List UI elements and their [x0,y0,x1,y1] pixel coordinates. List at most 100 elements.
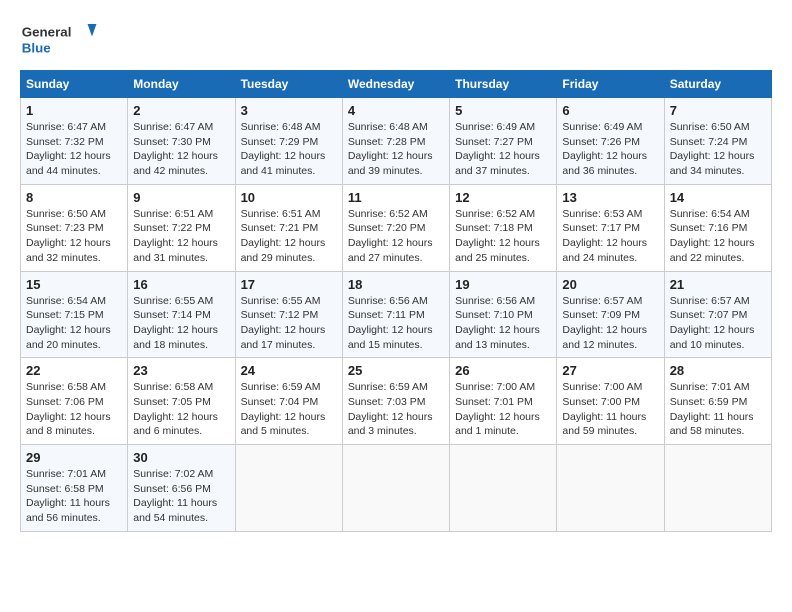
calendar-cell: 19 Sunrise: 6:56 AM Sunset: 7:10 PM Dayli… [450,271,557,358]
day-number: 9 [133,190,229,205]
day-info: Sunrise: 6:48 AM Sunset: 7:28 PM Dayligh… [348,120,444,179]
day-number: 21 [670,277,766,292]
day-info: Sunrise: 7:01 AM Sunset: 6:59 PM Dayligh… [670,380,766,439]
weekday-header: Friday [557,71,664,98]
day-number: 29 [26,450,122,465]
day-info: Sunrise: 6:48 AM Sunset: 7:29 PM Dayligh… [241,120,337,179]
calendar-cell: 9 Sunrise: 6:51 AM Sunset: 7:22 PM Daylig… [128,184,235,271]
page-header: General Blue [20,20,772,60]
calendar-cell [664,445,771,532]
calendar-cell: 26 Sunrise: 7:00 AM Sunset: 7:01 PM Dayli… [450,358,557,445]
weekday-header: Wednesday [342,71,449,98]
calendar-cell: 25 Sunrise: 6:59 AM Sunset: 7:03 PM Dayli… [342,358,449,445]
weekday-header: Saturday [664,71,771,98]
calendar-cell: 3 Sunrise: 6:48 AM Sunset: 7:29 PM Daylig… [235,98,342,185]
calendar-cell: 12 Sunrise: 6:52 AM Sunset: 7:18 PM Dayli… [450,184,557,271]
day-number: 4 [348,103,444,118]
day-number: 30 [133,450,229,465]
day-info: Sunrise: 6:50 AM Sunset: 7:24 PM Dayligh… [670,120,766,179]
day-number: 28 [670,363,766,378]
day-info: Sunrise: 6:54 AM Sunset: 7:15 PM Dayligh… [26,294,122,353]
calendar-cell: 23 Sunrise: 6:58 AM Sunset: 7:05 PM Dayli… [128,358,235,445]
day-number: 25 [348,363,444,378]
day-info: Sunrise: 6:57 AM Sunset: 7:07 PM Dayligh… [670,294,766,353]
day-info: Sunrise: 6:59 AM Sunset: 7:03 PM Dayligh… [348,380,444,439]
calendar-cell: 6 Sunrise: 6:49 AM Sunset: 7:26 PM Daylig… [557,98,664,185]
day-number: 17 [241,277,337,292]
calendar-cell: 1Sunrise: 6:47 AM Sunset: 7:32 PM Daylig… [21,98,128,185]
day-number: 7 [670,103,766,118]
day-number: 22 [26,363,122,378]
day-info: Sunrise: 6:49 AM Sunset: 7:27 PM Dayligh… [455,120,551,179]
day-info: Sunrise: 6:56 AM Sunset: 7:10 PM Dayligh… [455,294,551,353]
day-number: 16 [133,277,229,292]
calendar-cell: 27 Sunrise: 7:00 AM Sunset: 7:00 PM Dayli… [557,358,664,445]
day-number: 6 [562,103,658,118]
day-number: 20 [562,277,658,292]
day-info: Sunrise: 6:55 AM Sunset: 7:14 PM Dayligh… [133,294,229,353]
calendar-cell: 24 Sunrise: 6:59 AM Sunset: 7:04 PM Dayli… [235,358,342,445]
day-info: Sunrise: 7:00 AM Sunset: 7:01 PM Dayligh… [455,380,551,439]
day-number: 26 [455,363,551,378]
day-number: 11 [348,190,444,205]
day-number: 2 [133,103,229,118]
calendar-cell: 4 Sunrise: 6:48 AM Sunset: 7:28 PM Daylig… [342,98,449,185]
calendar-header: SundayMondayTuesdayWednesdayThursdayFrid… [21,71,772,98]
day-number: 27 [562,363,658,378]
calendar-cell: 21 Sunrise: 6:57 AM Sunset: 7:07 PM Dayli… [664,271,771,358]
calendar-cell: 18Sunrise: 6:56 AM Sunset: 7:11 PM Dayli… [342,271,449,358]
calendar-cell: 5 Sunrise: 6:49 AM Sunset: 7:27 PM Daylig… [450,98,557,185]
day-info: Sunrise: 6:52 AM Sunset: 7:20 PM Dayligh… [348,207,444,266]
day-info: Sunrise: 6:53 AM Sunset: 7:17 PM Dayligh… [562,207,658,266]
weekday-header: Monday [128,71,235,98]
calendar-cell: 16 Sunrise: 6:55 AM Sunset: 7:14 PM Dayli… [128,271,235,358]
day-info: Sunrise: 6:51 AM Sunset: 7:22 PM Dayligh… [133,207,229,266]
weekday-header: Sunday [21,71,128,98]
calendar-cell [342,445,449,532]
calendar-table: SundayMondayTuesdayWednesdayThursdayFrid… [20,70,772,532]
day-number: 1 [26,103,122,118]
calendar-cell: 17 Sunrise: 6:55 AM Sunset: 7:12 PM Dayli… [235,271,342,358]
day-info: Sunrise: 7:02 AM Sunset: 6:56 PM Dayligh… [133,467,229,526]
calendar-cell: 11 Sunrise: 6:52 AM Sunset: 7:20 PM Dayli… [342,184,449,271]
calendar-cell: 28 Sunrise: 7:01 AM Sunset: 6:59 PM Dayli… [664,358,771,445]
calendar-cell: 8Sunrise: 6:50 AM Sunset: 7:23 PM Daylig… [21,184,128,271]
svg-text:General: General [22,24,72,39]
calendar-cell: 7 Sunrise: 6:50 AM Sunset: 7:24 PM Daylig… [664,98,771,185]
logo: General Blue [20,20,100,60]
day-info: Sunrise: 6:57 AM Sunset: 7:09 PM Dayligh… [562,294,658,353]
day-number: 19 [455,277,551,292]
day-number: 13 [562,190,658,205]
day-info: Sunrise: 7:00 AM Sunset: 7:00 PM Dayligh… [562,380,658,439]
calendar-cell: 22 Sunrise: 6:58 AM Sunset: 7:06 PM Dayli… [21,358,128,445]
day-info: Sunrise: 7:01 AM Sunset: 6:58 PM Dayligh… [26,467,122,526]
day-number: 23 [133,363,229,378]
calendar-cell: 20 Sunrise: 6:57 AM Sunset: 7:09 PM Dayli… [557,271,664,358]
weekday-header: Thursday [450,71,557,98]
day-info: Sunrise: 6:59 AM Sunset: 7:04 PM Dayligh… [241,380,337,439]
day-info: Sunrise: 6:47 AM Sunset: 7:30 PM Dayligh… [133,120,229,179]
day-info: Sunrise: 6:52 AM Sunset: 7:18 PM Dayligh… [455,207,551,266]
day-number: 12 [455,190,551,205]
day-info: Sunrise: 6:58 AM Sunset: 7:05 PM Dayligh… [133,380,229,439]
calendar-cell: 13 Sunrise: 6:53 AM Sunset: 7:17 PM Dayli… [557,184,664,271]
calendar-cell: 2 Sunrise: 6:47 AM Sunset: 7:30 PM Daylig… [128,98,235,185]
calendar-cell: 14Sunrise: 6:54 AM Sunset: 7:16 PM Dayli… [664,184,771,271]
day-info: Sunrise: 6:49 AM Sunset: 7:26 PM Dayligh… [562,120,658,179]
day-number: 24 [241,363,337,378]
day-info: Sunrise: 6:58 AM Sunset: 7:06 PM Dayligh… [26,380,122,439]
day-number: 3 [241,103,337,118]
day-number: 15 [26,277,122,292]
day-info: Sunrise: 6:50 AM Sunset: 7:23 PM Dayligh… [26,207,122,266]
calendar-cell: 10 Sunrise: 6:51 AM Sunset: 7:21 PM Dayli… [235,184,342,271]
calendar-cell [450,445,557,532]
day-number: 14 [670,190,766,205]
day-number: 10 [241,190,337,205]
calendar-cell: 29 Sunrise: 7:01 AM Sunset: 6:58 PM Dayli… [21,445,128,532]
svg-text:Blue: Blue [22,40,51,55]
day-number: 5 [455,103,551,118]
day-info: Sunrise: 6:51 AM Sunset: 7:21 PM Dayligh… [241,207,337,266]
weekday-header: Tuesday [235,71,342,98]
calendar-cell [235,445,342,532]
day-info: Sunrise: 6:55 AM Sunset: 7:12 PM Dayligh… [241,294,337,353]
